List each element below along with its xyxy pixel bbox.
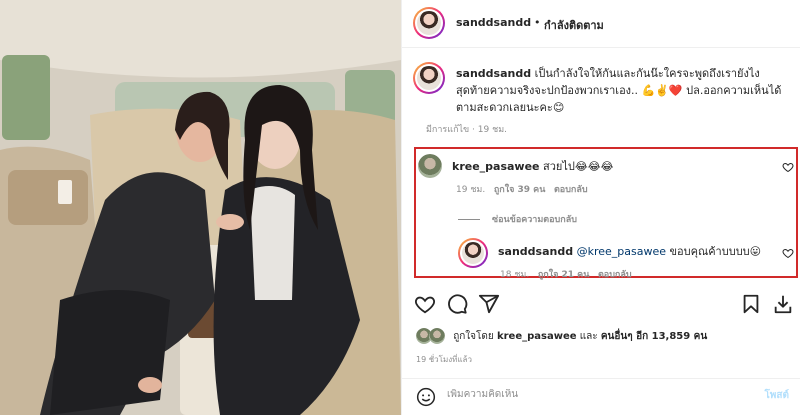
reply-like-heart-icon[interactable] bbox=[782, 247, 794, 259]
reply-text: ขอบคุณค้าบบบบ😛 bbox=[669, 245, 762, 258]
post-panel: sanddsandd • กำลังติดตาม sanddsandd เป็น… bbox=[401, 0, 800, 415]
hide-replies-toggle[interactable]: ซ่อนข้อความตอบกลับ bbox=[458, 212, 577, 226]
comment-like-heart-icon[interactable] bbox=[782, 161, 794, 173]
add-comment-bar: โพสต์ bbox=[402, 378, 800, 415]
post-photo[interactable] bbox=[0, 0, 401, 415]
reply-username[interactable]: sanddsandd bbox=[498, 245, 573, 258]
highlighted-comment-thread: kree_pasawee สวยไป😂😂😂 19 ชม. ถูกใจ 39 คน… bbox=[414, 147, 798, 281]
reply-row: sanddsandd @kree_pasawee ขอบคุณค้าบบบบ😛 bbox=[498, 242, 761, 260]
following-button[interactable]: กำลังติดตาม bbox=[544, 16, 604, 34]
comment-username[interactable]: kree_pasawee bbox=[452, 160, 540, 173]
post-time-ago[interactable]: 19 ชั่วโมงที่แล้ว bbox=[416, 353, 472, 366]
caption-author-username[interactable]: sanddsandd bbox=[456, 67, 531, 80]
bookmark-icon[interactable] bbox=[740, 293, 762, 315]
reply-likes[interactable]: ถูกใจ 21 คน bbox=[538, 270, 590, 280]
likes-middle: และ bbox=[579, 331, 598, 342]
reply-mention[interactable]: @kree_pasawee bbox=[577, 245, 666, 258]
comment-avatar-kree[interactable] bbox=[418, 154, 442, 178]
comment-text: สวยไป😂😂😂 bbox=[543, 160, 614, 173]
comment-likes[interactable]: ถูกใจ 39 คน bbox=[494, 185, 546, 195]
comment-icon[interactable] bbox=[446, 293, 468, 315]
caption-author-avatar[interactable] bbox=[413, 62, 445, 94]
reply-meta: 18 ชม. ถูกใจ 21 คน ตอบกลับ bbox=[500, 267, 632, 281]
post-comment-button[interactable]: โพสต์ bbox=[764, 388, 789, 403]
likes-summary: ถูกใจโดย kree_pasawee และ คนอื่นๆ อีก 13… bbox=[416, 328, 707, 344]
likes-prefix: ถูกใจโดย bbox=[453, 331, 494, 342]
emoji-icon[interactable] bbox=[416, 387, 436, 407]
post-header: sanddsandd • กำลังติดตาม bbox=[402, 0, 800, 48]
reply-avatar-sanddsandd[interactable] bbox=[458, 238, 488, 268]
reply-button[interactable]: ตอบกลับ bbox=[554, 185, 588, 195]
hide-replies-label: ซ่อนข้อความตอบกลับ bbox=[492, 215, 577, 225]
car-interior-photo bbox=[0, 0, 401, 415]
heart-icon[interactable] bbox=[414, 293, 436, 315]
likers-avatars[interactable] bbox=[416, 328, 446, 344]
comment-meta: 19 ชม. ถูกใจ 39 คน ตอบกลับ bbox=[456, 182, 588, 196]
caption-edited-meta: มีการแก้ไข · 19 ชม. bbox=[426, 125, 507, 135]
header-separator: • bbox=[534, 16, 541, 29]
comment-input[interactable] bbox=[447, 389, 737, 400]
comment-time: 19 ชม. bbox=[456, 185, 486, 195]
post-action-bar bbox=[402, 290, 800, 320]
author-username[interactable]: sanddsandd bbox=[456, 16, 531, 29]
author-avatar[interactable] bbox=[413, 7, 445, 39]
reply-reply-button[interactable]: ตอบกลับ bbox=[598, 270, 632, 280]
post-caption: sanddsandd เป็นกำลังใจให้กันและกันน๊ะใคร… bbox=[456, 65, 786, 116]
liker-avatar bbox=[429, 328, 445, 344]
comment-row: kree_pasawee สวยไป😂😂😂 bbox=[452, 157, 613, 175]
reply-time: 18 ชม. bbox=[500, 270, 530, 280]
likes-others[interactable]: คนอื่นๆ อีก 13,859 คน bbox=[601, 331, 707, 342]
share-icon[interactable] bbox=[478, 293, 500, 315]
replies-divider bbox=[458, 218, 480, 220]
likes-user[interactable]: kree_pasawee bbox=[497, 331, 577, 342]
download-icon[interactable] bbox=[772, 293, 794, 315]
